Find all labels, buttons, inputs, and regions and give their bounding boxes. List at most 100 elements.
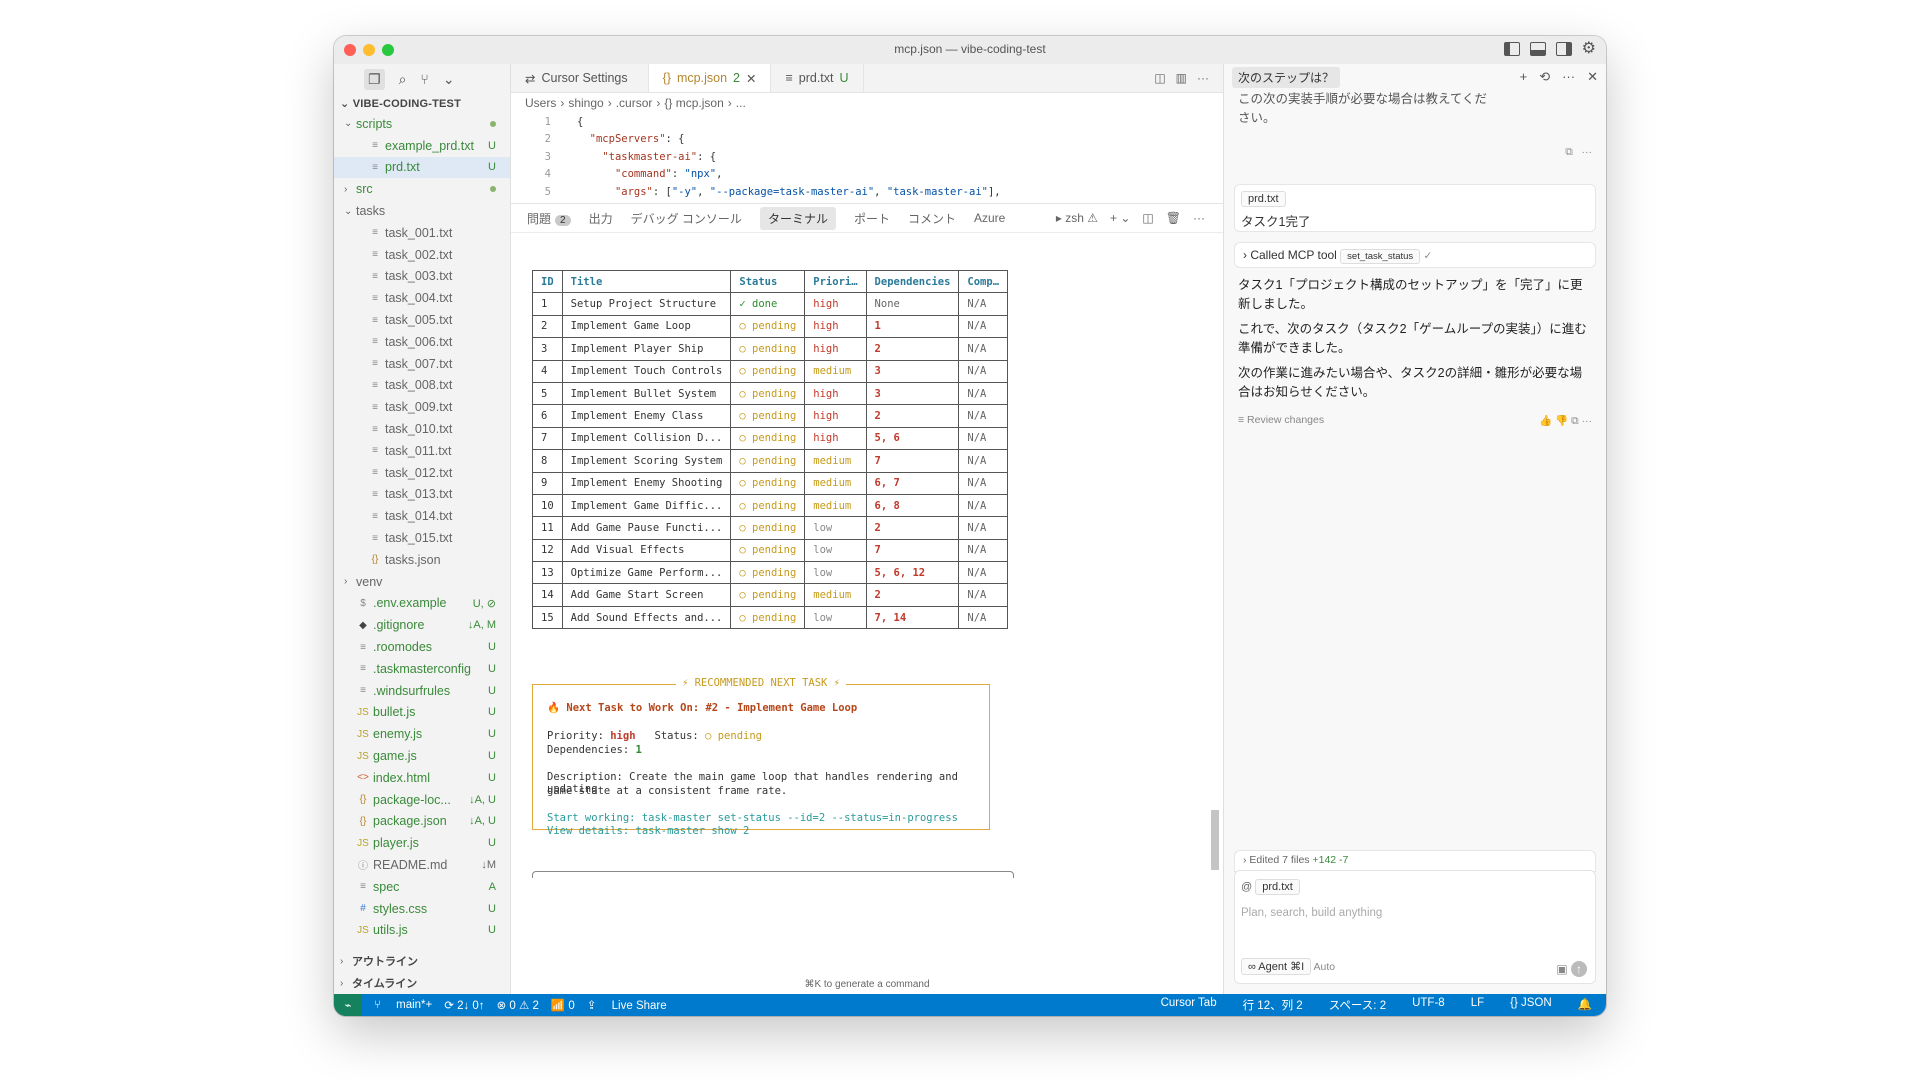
source-control-icon[interactable]: ⑂ [420, 71, 428, 87]
tree-item--taskmasterconfig[interactable]: ≡ .taskmasterconfig U [334, 658, 510, 680]
tree-item-task-002-txt[interactable]: ≡ task_002.txt [334, 244, 510, 266]
open-preview-icon[interactable]: ◫ [1154, 71, 1165, 85]
panel-tab[interactable]: ターミナル [759, 206, 836, 230]
breadcrumb-item[interactable]: {} mcp.json [664, 96, 723, 110]
tree-item-package-loc-[interactable]: {} package-loc... ↓A, U [334, 789, 510, 811]
code-line[interactable]: 4 "command": "npx", [511, 166, 1223, 184]
close-tab-icon[interactable]: ✕ [746, 71, 756, 86]
tree-item-task-008-txt[interactable]: ≡ task_008.txt [334, 375, 510, 397]
tree-item-enemy-js[interactable]: JS enemy.js U [334, 723, 510, 745]
tree-item-task-003-txt[interactable]: ≡ task_003.txt [334, 266, 510, 288]
tree-item-task-015-txt[interactable]: ≡ task_015.txt [334, 527, 510, 549]
terminal[interactable]: ID Title Status Priori… Dependencies Comp… 1 Se… [511, 260, 1223, 994]
search-icon[interactable]: ⌕ [399, 71, 407, 88]
more-actions-icon[interactable]: ··· [1197, 71, 1209, 85]
end-of-line[interactable]: LF [1471, 997, 1484, 1013]
panel-tab[interactable]: 問題 2 [527, 210, 571, 227]
tree-item-example-prd-txt[interactable]: ≡ example_prd.txt U [334, 135, 510, 157]
mcp-tool-call[interactable]: › Called MCP tool set_task_status ✓ [1234, 242, 1596, 268]
feedback-icons[interactable]: 👍 👎 ⧉ ··· [1539, 414, 1592, 428]
tree-item-player-js[interactable]: JS player.js U [334, 832, 510, 854]
code-line[interactable]: 6 "env": { [511, 201, 1223, 204]
tree-item-task-013-txt[interactable]: ≡ task_013.txt [334, 484, 510, 506]
tab-mcp-json[interactable]: {} mcp.json 2 ✕ [648, 64, 772, 92]
timeline-section[interactable]: › タイムライン [334, 972, 510, 994]
tree-item-tasks[interactable]: ⌄ tasks [334, 200, 510, 222]
panel-tab[interactable]: コメント [908, 210, 956, 227]
problems-indicator[interactable]: ⊗ 0 ⚠ 2 [497, 998, 539, 1012]
tree-item--env-example[interactable]: $ .env.example U, ⊘ [334, 593, 510, 615]
agent-mode-selector[interactable]: ∞ Agent ⌘I [1241, 958, 1312, 975]
split-editor-icon[interactable]: ▥ [1176, 71, 1187, 85]
sync-indicator[interactable]: ⟳ 2↓ 0↑ [444, 998, 484, 1012]
indentation[interactable]: スペース: 2 [1329, 997, 1386, 1013]
tree-item-task-011-txt[interactable]: ≡ task_011.txt [334, 440, 510, 462]
code-line[interactable]: 3 "taskmaster-ai": { [511, 148, 1223, 166]
breadcrumb-item[interactable]: Users [525, 96, 556, 110]
split-terminal-icon[interactable]: ◫ [1142, 211, 1153, 225]
breadcrumb-item[interactable]: ... [736, 96, 746, 110]
review-changes-button[interactable]: ≡ Review changes [1238, 414, 1324, 426]
toggle-panel-icon[interactable] [1529, 42, 1546, 56]
tree-item-task-014-txt[interactable]: ≡ task_014.txt [334, 505, 510, 527]
tree-item-utils-js[interactable]: JS utils.js U [334, 919, 510, 941]
tree-item-spec[interactable]: ≡ spec A [334, 876, 510, 898]
tree-item-scripts[interactable]: ⌄ scripts [334, 113, 510, 135]
code-editor[interactable]: 1{2 "mcpServers": {3 "taskmaster-ai": {4… [511, 113, 1223, 204]
tree-item-task-001-txt[interactable]: ≡ task_001.txt [334, 222, 510, 244]
branch-indicator[interactable]: ⑂ main*+ [374, 999, 432, 1011]
explorer-root-title[interactable]: ⌄ VIBE-CODING-TEST [334, 94, 510, 113]
tree-item-src[interactable]: › src [334, 178, 510, 200]
new-terminal-icon[interactable]: + ⌄ [1110, 211, 1130, 225]
tree-item-task-009-txt[interactable]: ≡ task_009.txt [334, 396, 510, 418]
outline-section[interactable]: › アウトライン [334, 950, 510, 972]
live-share-button[interactable]: ⇪ Live Share [587, 998, 667, 1012]
panel-tab[interactable]: Azure [974, 211, 1005, 225]
tree-item-package-json[interactable]: {} package.json ↓A, U [334, 811, 510, 833]
tree-item-task-007-txt[interactable]: ≡ task_007.txt [334, 353, 510, 375]
panel-tab[interactable]: デバッグ コンソール [631, 210, 742, 227]
more-icon[interactable]: ··· [1193, 211, 1205, 225]
chat-placeholder[interactable]: Plan, search, build anything [1241, 907, 1382, 919]
cursor-position[interactable]: 行 12、列 2 [1243, 997, 1303, 1013]
tree-item-bullet-js[interactable]: JS bullet.js U [334, 702, 510, 724]
user-message-card[interactable]: prd.txt タスク1完了 [1234, 184, 1596, 232]
more-icon[interactable]: ··· [1562, 69, 1575, 85]
chat-input[interactable]: @ prd.txt Plan, search, build anything ∞… [1234, 870, 1596, 984]
tree-item--roomodes[interactable]: ≡ .roomodes U [334, 636, 510, 658]
remote-icon[interactable]: ⌁ [334, 994, 362, 1016]
gear-icon[interactable]: ⚙ [1582, 41, 1596, 57]
message-actions-icon[interactable]: ⧉ ··· [1565, 146, 1592, 159]
terminal-input-box[interactable] [532, 871, 1014, 878]
language-mode[interactable]: {} JSON [1510, 997, 1552, 1013]
history-icon[interactable]: ⟲ [1539, 69, 1550, 85]
code-line[interactable]: 5 "args": ["-y", "--package=task-master-… [511, 183, 1223, 201]
toggle-secondary-sidebar-icon[interactable] [1555, 42, 1572, 56]
tree-item-task-012-txt[interactable]: ≡ task_012.txt [334, 462, 510, 484]
tree-item-readme-md[interactable]: ⓘ README.md ↓M [334, 854, 510, 876]
cursor-tab-indicator[interactable]: Cursor Tab [1161, 997, 1217, 1013]
tree-item--gitignore[interactable]: ◆ .gitignore ↓A, M [334, 614, 510, 636]
encoding[interactable]: UTF-8 [1412, 997, 1445, 1013]
close-icon[interactable]: ✕ [1587, 69, 1598, 85]
breadcrumb-item[interactable]: shingo [568, 96, 603, 110]
code-line[interactable]: 2 "mcpServers": { [511, 131, 1223, 149]
panel-tab[interactable]: 出力 [589, 210, 613, 227]
breadcrumb-item[interactable]: .cursor [616, 96, 653, 110]
tree-item-prd-txt[interactable]: ≡ prd.txt U [334, 156, 510, 179]
tree-item-game-js[interactable]: JS game.js U [334, 745, 510, 767]
tree-item-venv[interactable]: › venv [334, 571, 510, 593]
tree-item-task-006-txt[interactable]: ≡ task_006.txt [334, 331, 510, 353]
tree-item-task-010-txt[interactable]: ≡ task_010.txt [334, 418, 510, 440]
toggle-sidebar-icon[interactable] [1503, 42, 1520, 56]
tree-item-task-005-txt[interactable]: ≡ task_005.txt [334, 309, 510, 331]
tree-item-styles-css[interactable]: # styles.css U [334, 898, 510, 920]
tree-item--windsurfrules[interactable]: ≡ .windsurfrules U [334, 680, 510, 702]
terminal-scrollbar[interactable] [1211, 810, 1219, 870]
code-line[interactable]: 1{ [511, 113, 1223, 131]
tab-cursor-settings[interactable]: ⇄ Cursor Settings [511, 64, 649, 92]
edited-files-bar[interactable]: › Edited 7 files +142 -7 [1234, 850, 1596, 872]
send-icon[interactable]: ↑ [1571, 961, 1587, 977]
panel-tab[interactable]: ポート [854, 210, 890, 227]
trash-icon[interactable]: 🗑 [1166, 211, 1181, 225]
